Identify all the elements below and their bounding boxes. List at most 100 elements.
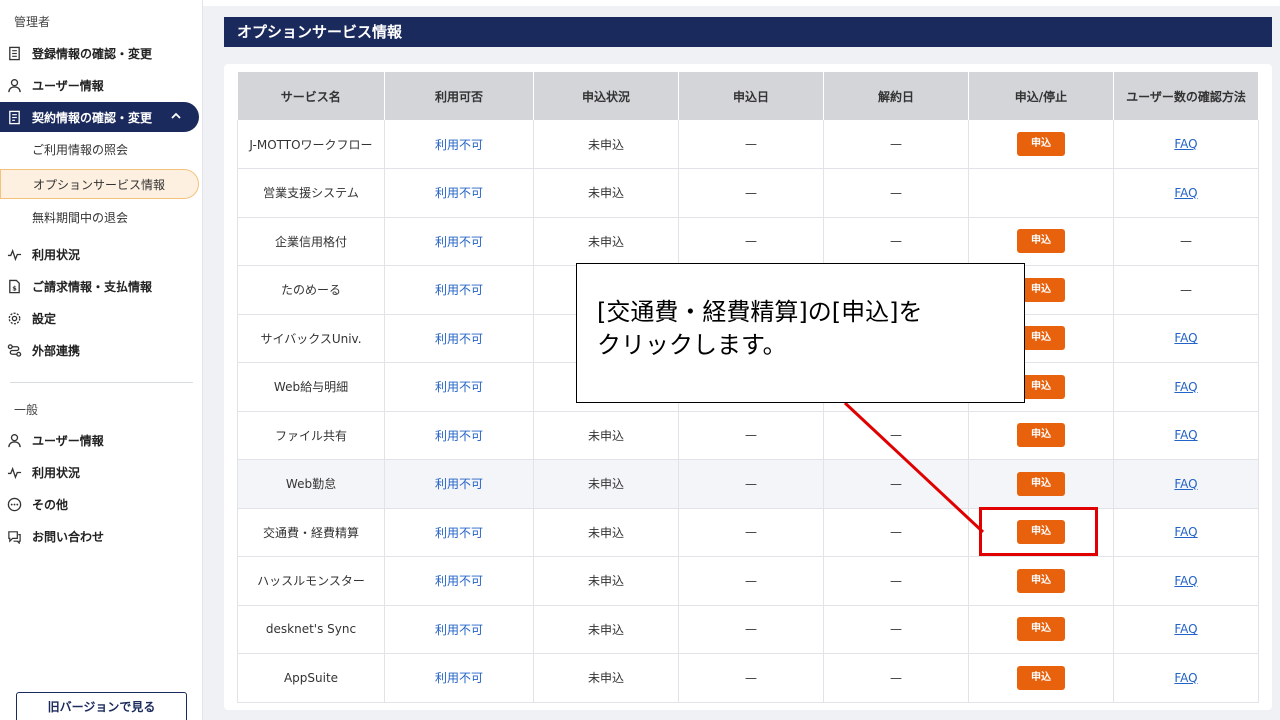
- gear-icon: [6, 310, 22, 326]
- admin-section-label: 管理者: [14, 15, 51, 29]
- callout-line-2: クリックします。: [597, 331, 787, 359]
- apply-button[interactable]: 申込: [1017, 229, 1065, 254]
- callout-line-1: [交通費・経費精算]の[申込]を: [597, 298, 923, 326]
- service-name-cell-text: Web勤怠: [285, 477, 337, 492]
- sidebar-subitem-option-services[interactable]: オプションサービス情報: [0, 169, 199, 199]
- header-apply-stop: 申込/停止: [968, 72, 1114, 120]
- sidebar-item-billing[interactable]: $ ご請求情報・支払情報: [0, 271, 199, 301]
- user-icon: [6, 432, 22, 448]
- header-service-name: サービス名: [237, 72, 385, 120]
- faq-link[interactable]: FAQ: [1174, 380, 1197, 394]
- sidebar-item-registration[interactable]: 登録情報の確認・変更: [0, 38, 199, 68]
- status-cell-text: 未申込: [587, 525, 624, 540]
- apply-button[interactable]: 申込: [1017, 132, 1065, 156]
- availability-cell: 利用不可: [384, 217, 534, 266]
- service-name-cell-text: 営業支援システム: [263, 186, 359, 201]
- sidebar-item-label: 利用状況: [32, 465, 81, 480]
- chat-icon: [6, 528, 22, 544]
- faq-link[interactable]: FAQ: [1174, 428, 1197, 442]
- cancel-date-cell-text: —: [890, 573, 902, 588]
- sidebar-item-user-info[interactable]: ユーザー情報: [0, 70, 199, 100]
- service-name-cell: たのめーる: [237, 265, 385, 315]
- cancel-date-cell-text: —: [890, 428, 902, 443]
- status-cell: 未申込: [533, 120, 679, 169]
- sidebar-item-integration[interactable]: 外部連携: [0, 335, 199, 365]
- faq-link[interactable]: FAQ: [1174, 525, 1197, 539]
- sidebar-item-contact[interactable]: お問い合わせ: [0, 521, 199, 551]
- availability-cell-text: 利用不可: [434, 234, 483, 249]
- sidebar-subitem-usage-inquiry[interactable]: ご利用情報の照会: [0, 134, 199, 164]
- applied-date-cell: —: [678, 605, 824, 654]
- apply-button[interactable]: 申込: [1017, 471, 1065, 496]
- cancel-date-cell-text: —: [890, 476, 902, 491]
- availability-cell: 利用不可: [384, 120, 534, 169]
- apply-stop-cell: [968, 168, 1114, 218]
- faq-link[interactable]: FAQ: [1174, 671, 1197, 685]
- status-cell: 未申込: [533, 508, 679, 557]
- status-cell-text: 未申込: [587, 622, 624, 637]
- applied-date-cell-text: —: [745, 185, 757, 200]
- user-count-method-cell: FAQ: [1113, 168, 1259, 218]
- availability-cell: 利用不可: [384, 168, 534, 218]
- apply-button[interactable]: 申込: [1017, 617, 1065, 642]
- document-icon: [6, 45, 22, 61]
- apply-button[interactable]: 申込: [1017, 423, 1065, 448]
- faq-link[interactable]: FAQ: [1174, 622, 1197, 636]
- applied-date-cell-text: —: [745, 428, 757, 443]
- table-row: J-MOTTOワークフロー 利用不可 未申込 — — 申込 FAQ: [237, 120, 1259, 169]
- sidebar-item-usage[interactable]: 利用状況: [0, 239, 199, 269]
- status-cell: 未申込: [533, 556, 679, 606]
- sidebar-item-label: 外部連携: [32, 343, 81, 358]
- faq-link[interactable]: FAQ: [1174, 331, 1197, 345]
- sidebar-divider: [10, 382, 193, 383]
- sidebar-item-settings[interactable]: 設定: [0, 303, 199, 333]
- applied-date-cell: —: [678, 120, 824, 169]
- service-name-cell-text: ハッスルモンスター: [257, 574, 365, 589]
- applied-date-cell: —: [678, 459, 824, 509]
- page-title: オプションサービス情報: [224, 17, 1272, 47]
- apply-button[interactable]: 申込: [1017, 568, 1065, 593]
- availability-cell-text: 利用不可: [434, 622, 483, 637]
- status-cell-text: 未申込: [587, 234, 624, 249]
- sidebar-subitem-trial-cancel[interactable]: 無料期間中の退会: [0, 202, 199, 232]
- availability-cell: 利用不可: [384, 265, 534, 315]
- method-text: —: [1180, 234, 1192, 249]
- cancel-date-cell: —: [823, 411, 969, 460]
- faq-link[interactable]: FAQ: [1174, 137, 1197, 151]
- faq-link[interactable]: FAQ: [1174, 186, 1197, 200]
- cancel-date-cell: —: [823, 508, 969, 557]
- top-strip: [203, 0, 1280, 6]
- old-version-button[interactable]: 旧バージョンで見る: [16, 692, 187, 720]
- faq-link[interactable]: FAQ: [1174, 574, 1197, 588]
- user-count-method-cell: FAQ: [1113, 556, 1259, 606]
- applied-date-cell: —: [678, 217, 824, 266]
- cancel-date-cell: —: [823, 459, 969, 509]
- applied-date-cell: —: [678, 168, 824, 218]
- sidebar-item-label: ご請求情報・支払情報: [32, 279, 153, 294]
- service-name-cell-text: 交通費・経費精算: [262, 525, 359, 540]
- table-row: ハッスルモンスター 利用不可 未申込 — — 申込 FAQ: [237, 556, 1259, 606]
- user-count-method-cell: FAQ: [1113, 459, 1259, 509]
- apply-button[interactable]: 申込: [1017, 665, 1065, 690]
- table-row: ファイル共有 利用不可 未申込 — — 申込 FAQ: [237, 411, 1259, 460]
- service-name-cell-text: たのめーる: [280, 283, 341, 298]
- availability-cell-text: 利用不可: [434, 671, 483, 686]
- sidebar-item-label: 利用状況: [32, 247, 81, 262]
- sidebar-item-general-usage[interactable]: 利用状況: [0, 457, 199, 487]
- applied-date-cell: —: [678, 653, 824, 703]
- chevron-up-icon[interactable]: [169, 109, 183, 126]
- header-cancel-date: 解約日: [823, 72, 969, 120]
- sidebar-item-label: お問い合わせ: [32, 529, 105, 544]
- faq-link[interactable]: FAQ: [1174, 477, 1197, 491]
- user-count-method-cell: FAQ: [1113, 411, 1259, 460]
- applied-date-cell-text: —: [745, 622, 757, 637]
- user-icon: [6, 77, 22, 93]
- status-cell-text: 未申込: [587, 428, 624, 443]
- sidebar-item-contract[interactable]: 契約情報の確認・変更: [0, 102, 199, 132]
- sidebar-item-other[interactable]: その他: [0, 489, 199, 519]
- table-row: AppSuite 利用不可 未申込 — — 申込 FAQ: [237, 653, 1259, 703]
- sidebar-item-general-user[interactable]: ユーザー情報: [0, 425, 199, 455]
- availability-cell: 利用不可: [384, 411, 534, 460]
- availability-cell: 利用不可: [384, 314, 534, 363]
- availability-cell-text: 利用不可: [434, 331, 483, 346]
